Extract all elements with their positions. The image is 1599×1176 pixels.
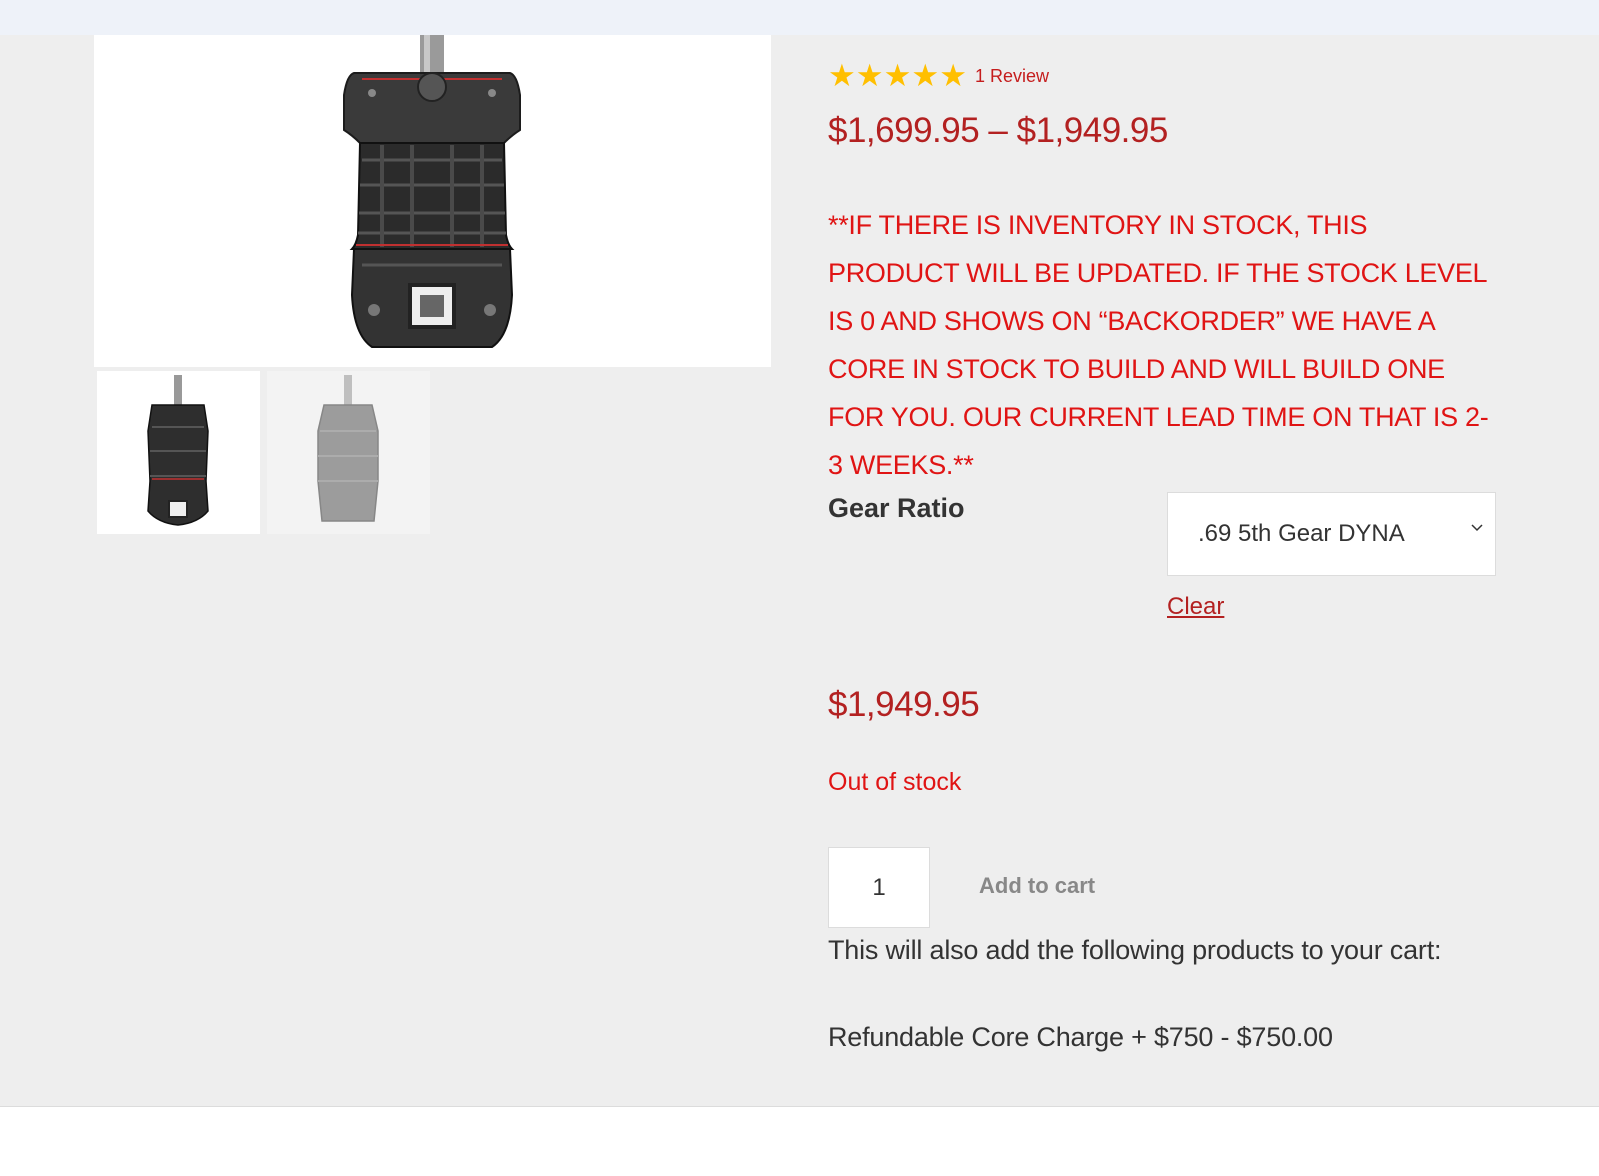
gear-ratio-selected-value: .69 5th Gear DYNA [1198,520,1405,547]
star-icon: ★ [855,58,884,94]
quantity-value: 1 [872,873,886,901]
variation-price: $1,949.95 [828,685,980,724]
star-icon: ★ [939,58,967,94]
gear-ratio-label: Gear Ratio [828,493,965,523]
gear-ratio-select[interactable]: .69 5th Gear DYNA [1167,492,1496,576]
star-icon: ★ [828,58,856,94]
quantity-input[interactable]: 1 [828,847,930,928]
add-to-cart-button[interactable]: Add to cart [979,873,1095,899]
addon-intro-text: This will also add the following product… [828,935,1442,965]
price-range: $1,699.95 – $1,949.95 [828,111,1168,150]
star-rating: ★ ★ ★ ★ ★ 1 Review [828,58,1049,94]
chevron-down-icon [1471,524,1483,532]
star-icon: ★ [883,58,912,94]
product-main-image[interactable] [94,35,771,367]
addon-core-charge: Refundable Core Charge + $750 - $750.00 [828,1022,1333,1052]
stock-notice: **IF THERE IS INVENTORY IN STOCK, THIS P… [828,210,1489,480]
review-count-link[interactable]: 1 Review [975,66,1049,87]
product-thumbnail-2[interactable] [267,371,430,534]
clear-selection-link[interactable]: Clear [1167,593,1224,621]
star-icon: ★ [911,58,940,94]
stock-status: Out of stock [828,768,962,796]
product-section: ★ ★ ★ ★ ★ 1 Review $1,699.95 – $1,949.95… [0,35,1599,1107]
product-thumbnail-1[interactable] [97,371,260,534]
top-bar [0,0,1599,35]
